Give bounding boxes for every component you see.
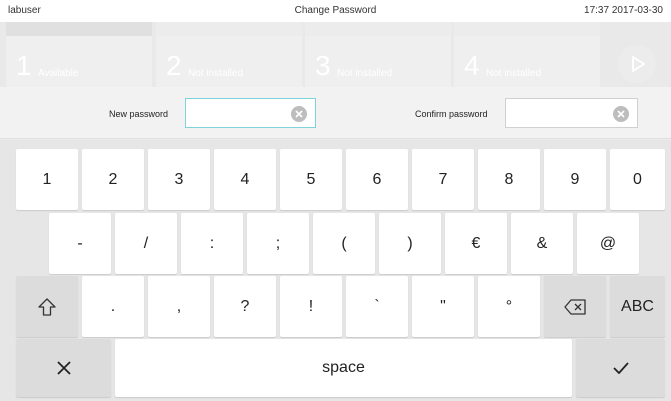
key-7[interactable]: 7 [412, 149, 474, 210]
module-state: Not installed [486, 68, 542, 79]
shift-arrow-icon [38, 297, 56, 316]
play-button [618, 45, 656, 83]
module-strip: 1 Available 2 Not installed 3 Not instal… [0, 22, 671, 87]
password-form: New password Confirm password [0, 87, 671, 139]
backspace-icon [564, 298, 586, 315]
checkmark-icon [612, 362, 629, 374]
module-state: Not installed [337, 68, 393, 79]
key-open-paren[interactable]: ( [313, 213, 375, 274]
enter-key[interactable] [576, 339, 665, 397]
key-degree[interactable]: ° [478, 276, 540, 337]
clear-x-icon[interactable] [613, 106, 629, 122]
key-2[interactable]: 2 [82, 149, 144, 210]
new-password-field[interactable] [185, 98, 316, 128]
key-4[interactable]: 4 [214, 149, 276, 210]
key-at[interactable]: @ [577, 213, 639, 274]
key-quote[interactable]: " [412, 276, 474, 337]
key-comma[interactable]: , [148, 276, 210, 337]
key-semicolon[interactable]: ; [247, 213, 309, 274]
module-number: 2 [166, 50, 182, 81]
key-9[interactable]: 9 [544, 149, 606, 210]
key-question[interactable]: ? [214, 276, 276, 337]
key-close-paren[interactable]: ) [379, 213, 441, 274]
play-icon [632, 56, 645, 72]
key-8[interactable]: 8 [478, 149, 540, 210]
space-key[interactable]: space [115, 339, 572, 397]
page-title: Change Password [294, 5, 377, 16]
key-period[interactable]: . [82, 276, 144, 337]
shift-key[interactable] [16, 276, 78, 337]
clear-x-icon[interactable] [291, 106, 307, 122]
on-screen-keyboard: 1 2 3 4 5 6 7 8 9 0 - / : ; ( ) € & @ . … [0, 140, 671, 401]
key-5[interactable]: 5 [280, 149, 342, 210]
module-number: 3 [315, 50, 331, 81]
module-3: 3 Not installed [305, 22, 451, 87]
key-hyphen[interactable]: - [49, 213, 111, 274]
module-state: Available [38, 68, 79, 79]
module-2: 2 Not installed [156, 22, 302, 87]
module-1: 1 Available [6, 22, 152, 87]
key-exclamation[interactable]: ! [280, 276, 342, 337]
close-key[interactable] [16, 339, 111, 397]
abc-key[interactable]: ABC [610, 276, 665, 337]
key-ampersand[interactable]: & [511, 213, 573, 274]
backspace-key[interactable] [544, 276, 606, 337]
key-colon[interactable]: : [181, 213, 243, 274]
module-state: Not installed [188, 68, 244, 79]
module-number: 1 [16, 50, 32, 81]
clock: 17:37 2017-03-30 [584, 5, 663, 16]
close-icon [56, 361, 71, 375]
key-0[interactable]: 0 [610, 149, 665, 210]
module-4: 4 Not installed [454, 22, 600, 87]
module-number: 4 [464, 50, 480, 81]
key-slash[interactable]: / [115, 213, 177, 274]
key-1[interactable]: 1 [16, 149, 78, 210]
new-password-label: New password [109, 109, 169, 119]
key-backtick[interactable]: ` [346, 276, 408, 337]
status-bar: labuser Change Password 17:37 2017-03-30 [0, 0, 671, 22]
key-3[interactable]: 3 [148, 149, 210, 210]
key-6[interactable]: 6 [346, 149, 408, 210]
key-euro[interactable]: € [445, 213, 507, 274]
confirm-password-label: Confirm password [415, 109, 488, 119]
confirm-password-field[interactable] [505, 98, 638, 128]
